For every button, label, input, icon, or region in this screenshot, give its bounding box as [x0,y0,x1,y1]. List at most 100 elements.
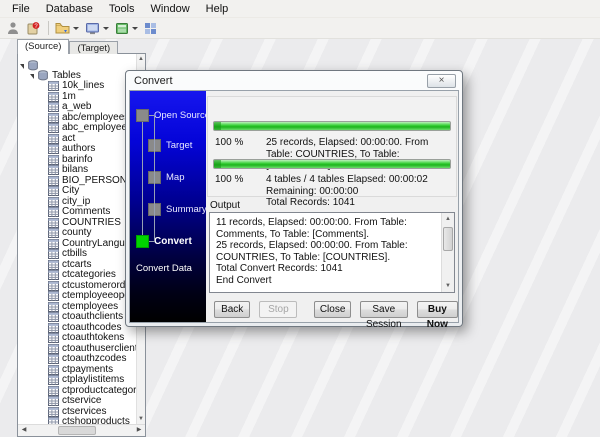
step-connector-line [149,115,155,116]
chevron-down-icon[interactable] [103,26,109,30]
total-records: Total Records: 1041 [266,197,355,208]
step-marker-icon [136,109,149,122]
tree-item-comments[interactable]: Comments [18,206,136,218]
scrollbar-thumb[interactable] [58,426,96,435]
open-target-icon[interactable] [83,21,111,36]
tree-item-ctplaylistitems[interactable]: ctplaylistitems [18,374,136,386]
output-box[interactable]: 11 records, Elapsed: 00:00:00. From Tabl… [209,212,455,293]
scroll-left-icon[interactable]: ◀ [18,425,30,436]
expander-icon[interactable] [30,74,34,80]
scroll-up-icon[interactable]: ▲ [137,54,145,64]
tree-item-label: ctshopproducts [62,416,130,424]
tree-item-a-web[interactable]: a_web [18,101,136,113]
open-source-icon[interactable] [53,20,81,36]
menu-item-tools[interactable]: Tools [101,1,143,17]
output-line: 25 records, Elapsed: 00:00:00. From Tabl… [216,240,408,263]
step-label: Convert [154,236,192,247]
output-line: 11 records, Elapsed: 00:00:00. From Tabl… [216,217,407,240]
menu-item-database[interactable]: Database [38,1,101,17]
chevron-down-icon[interactable] [132,26,138,30]
wizard-step-convert: Convert [136,235,192,248]
menu-item-file[interactable]: File [4,1,38,17]
panel-tabs: (Source) (Target) [17,39,119,54]
expander-icon[interactable] [20,63,24,69]
tree-item-label: City [62,185,80,196]
progress-panel: 100 % 25 records, Elapsed: 00:00:00. Fro… [207,96,457,208]
tree-item-label: authors [62,143,96,154]
menu-bar: File Database Tools Window Help [0,0,600,18]
tree-item-label: ctcategories [62,269,116,280]
convert-dialog: Convert × Convert Data Open Source Target… [125,70,463,330]
wizard-caption: Convert Data [136,263,192,274]
tree-item-ctoauthtokens[interactable]: ctoauthtokens [18,332,136,344]
step-connector-line [154,115,155,241]
tree-item-ctcategories[interactable]: ctcategories [18,269,136,281]
step-connector-line [142,122,143,235]
tree-item-label: ctplaylistitems [62,374,125,385]
stop-button[interactable]: Stop [259,301,298,318]
tree-item-ctoauthzcodes[interactable]: ctoauthzcodes [18,353,136,365]
step-marker-icon [136,235,149,248]
scroll-right-icon[interactable]: ▶ [133,425,145,436]
step-connector-line [149,241,155,242]
tree-item-ctemployeeoperatelog[interactable]: ctemployeeoperatelog [18,290,136,302]
tree-item-root[interactable] [18,60,136,71]
toolbar: ? [0,18,600,39]
save-session-button[interactable]: Save Session [359,301,408,330]
tree-item-city[interactable]: City [18,185,136,197]
tree-item-bilans[interactable]: bilans [18,164,136,176]
step-label: Target [166,140,193,151]
output-line: Total Convert Records: 1041 [216,263,343,274]
tree-item-label: Comments [62,206,111,217]
user-icon[interactable] [4,20,22,36]
wizard-step-open-source: Open Source [136,109,210,122]
step-label: Open Source [154,110,210,121]
back-button[interactable]: Back [214,301,251,318]
tree-item-abc-employees[interactable]: abc_employees [18,122,136,134]
menu-item-window[interactable]: Window [143,1,198,17]
tree-item-10k-lines[interactable]: 10k_lines [18,80,136,92]
tree-item-label: ctservice [62,395,102,406]
tree-item-label: 10k_lines [62,80,105,91]
wizard-step-summary: Summary [148,203,207,216]
tree-item-county[interactable]: county [18,227,136,239]
help-alert-icon[interactable]: ? [24,20,42,36]
output-log: 11 records, Elapsed: 00:00:00. From Tabl… [216,217,439,290]
tab-target[interactable]: (Target) [69,41,119,54]
tree-item-authors[interactable]: authors [18,143,136,155]
output-scrollbar[interactable]: ▲ ▼ [441,213,454,292]
wizard-steps-panel: Convert Data Open Source Target Map Summary… [130,91,210,322]
close-icon[interactable]: × [427,73,456,88]
close-button[interactable]: Close [314,301,351,318]
output-line: End Convert [216,274,272,286]
scroll-down-icon[interactable]: ▼ [442,280,454,292]
overall-progress-text: 4 tables / 4 tables Elapsed: 00:00:02 Re… [266,174,450,209]
tree-horizontal-scrollbar[interactable]: ◀ ▶ [18,424,145,436]
tree-item-label: abc_employees [62,122,133,133]
scroll-down-icon[interactable]: ▼ [137,414,145,424]
scroll-up-icon[interactable]: ▲ [442,213,454,225]
tab-source[interactable]: (Source) [17,39,70,54]
tree-item-label: ctoauthclients [62,311,124,322]
overall-progress-line: 4 tables / 4 tables Elapsed: 00:00:02 Re… [266,174,428,197]
table-tree: Tables 10k_lines 1m a_web abc/employees abc_e… [18,60,136,424]
dialog-client-area: Convert Data Open Source Target Map Summary… [129,90,459,330]
table-progress-percent: 100 % [215,137,244,148]
tree-item-ctbills[interactable]: ctbills [18,248,136,260]
buy-now-button[interactable]: Buy Now [416,301,458,330]
output-label: Output [210,200,241,211]
tree-item-label: ctoauthtokens [62,332,125,343]
chevron-down-icon[interactable] [73,26,79,30]
dialog-buttons: Back Stop Close Save Session Buy Now [206,301,458,330]
session-icon[interactable] [113,21,140,36]
menu-item-help[interactable]: Help [198,1,237,17]
tree-item-label: county [62,227,92,238]
tree-item-ctoauthclients[interactable]: ctoauthclients [18,311,136,323]
tree-item-ctshopproducts[interactable]: ctshopproducts [18,416,136,424]
scrollbar-thumb[interactable] [443,227,453,251]
grid-icon[interactable] [142,21,159,36]
tree-item-ctservice[interactable]: ctservice [18,395,136,407]
dialog-title-bar[interactable]: Convert × [126,71,462,90]
table-progress-bar [213,121,451,131]
toolbar-separator [48,21,49,35]
